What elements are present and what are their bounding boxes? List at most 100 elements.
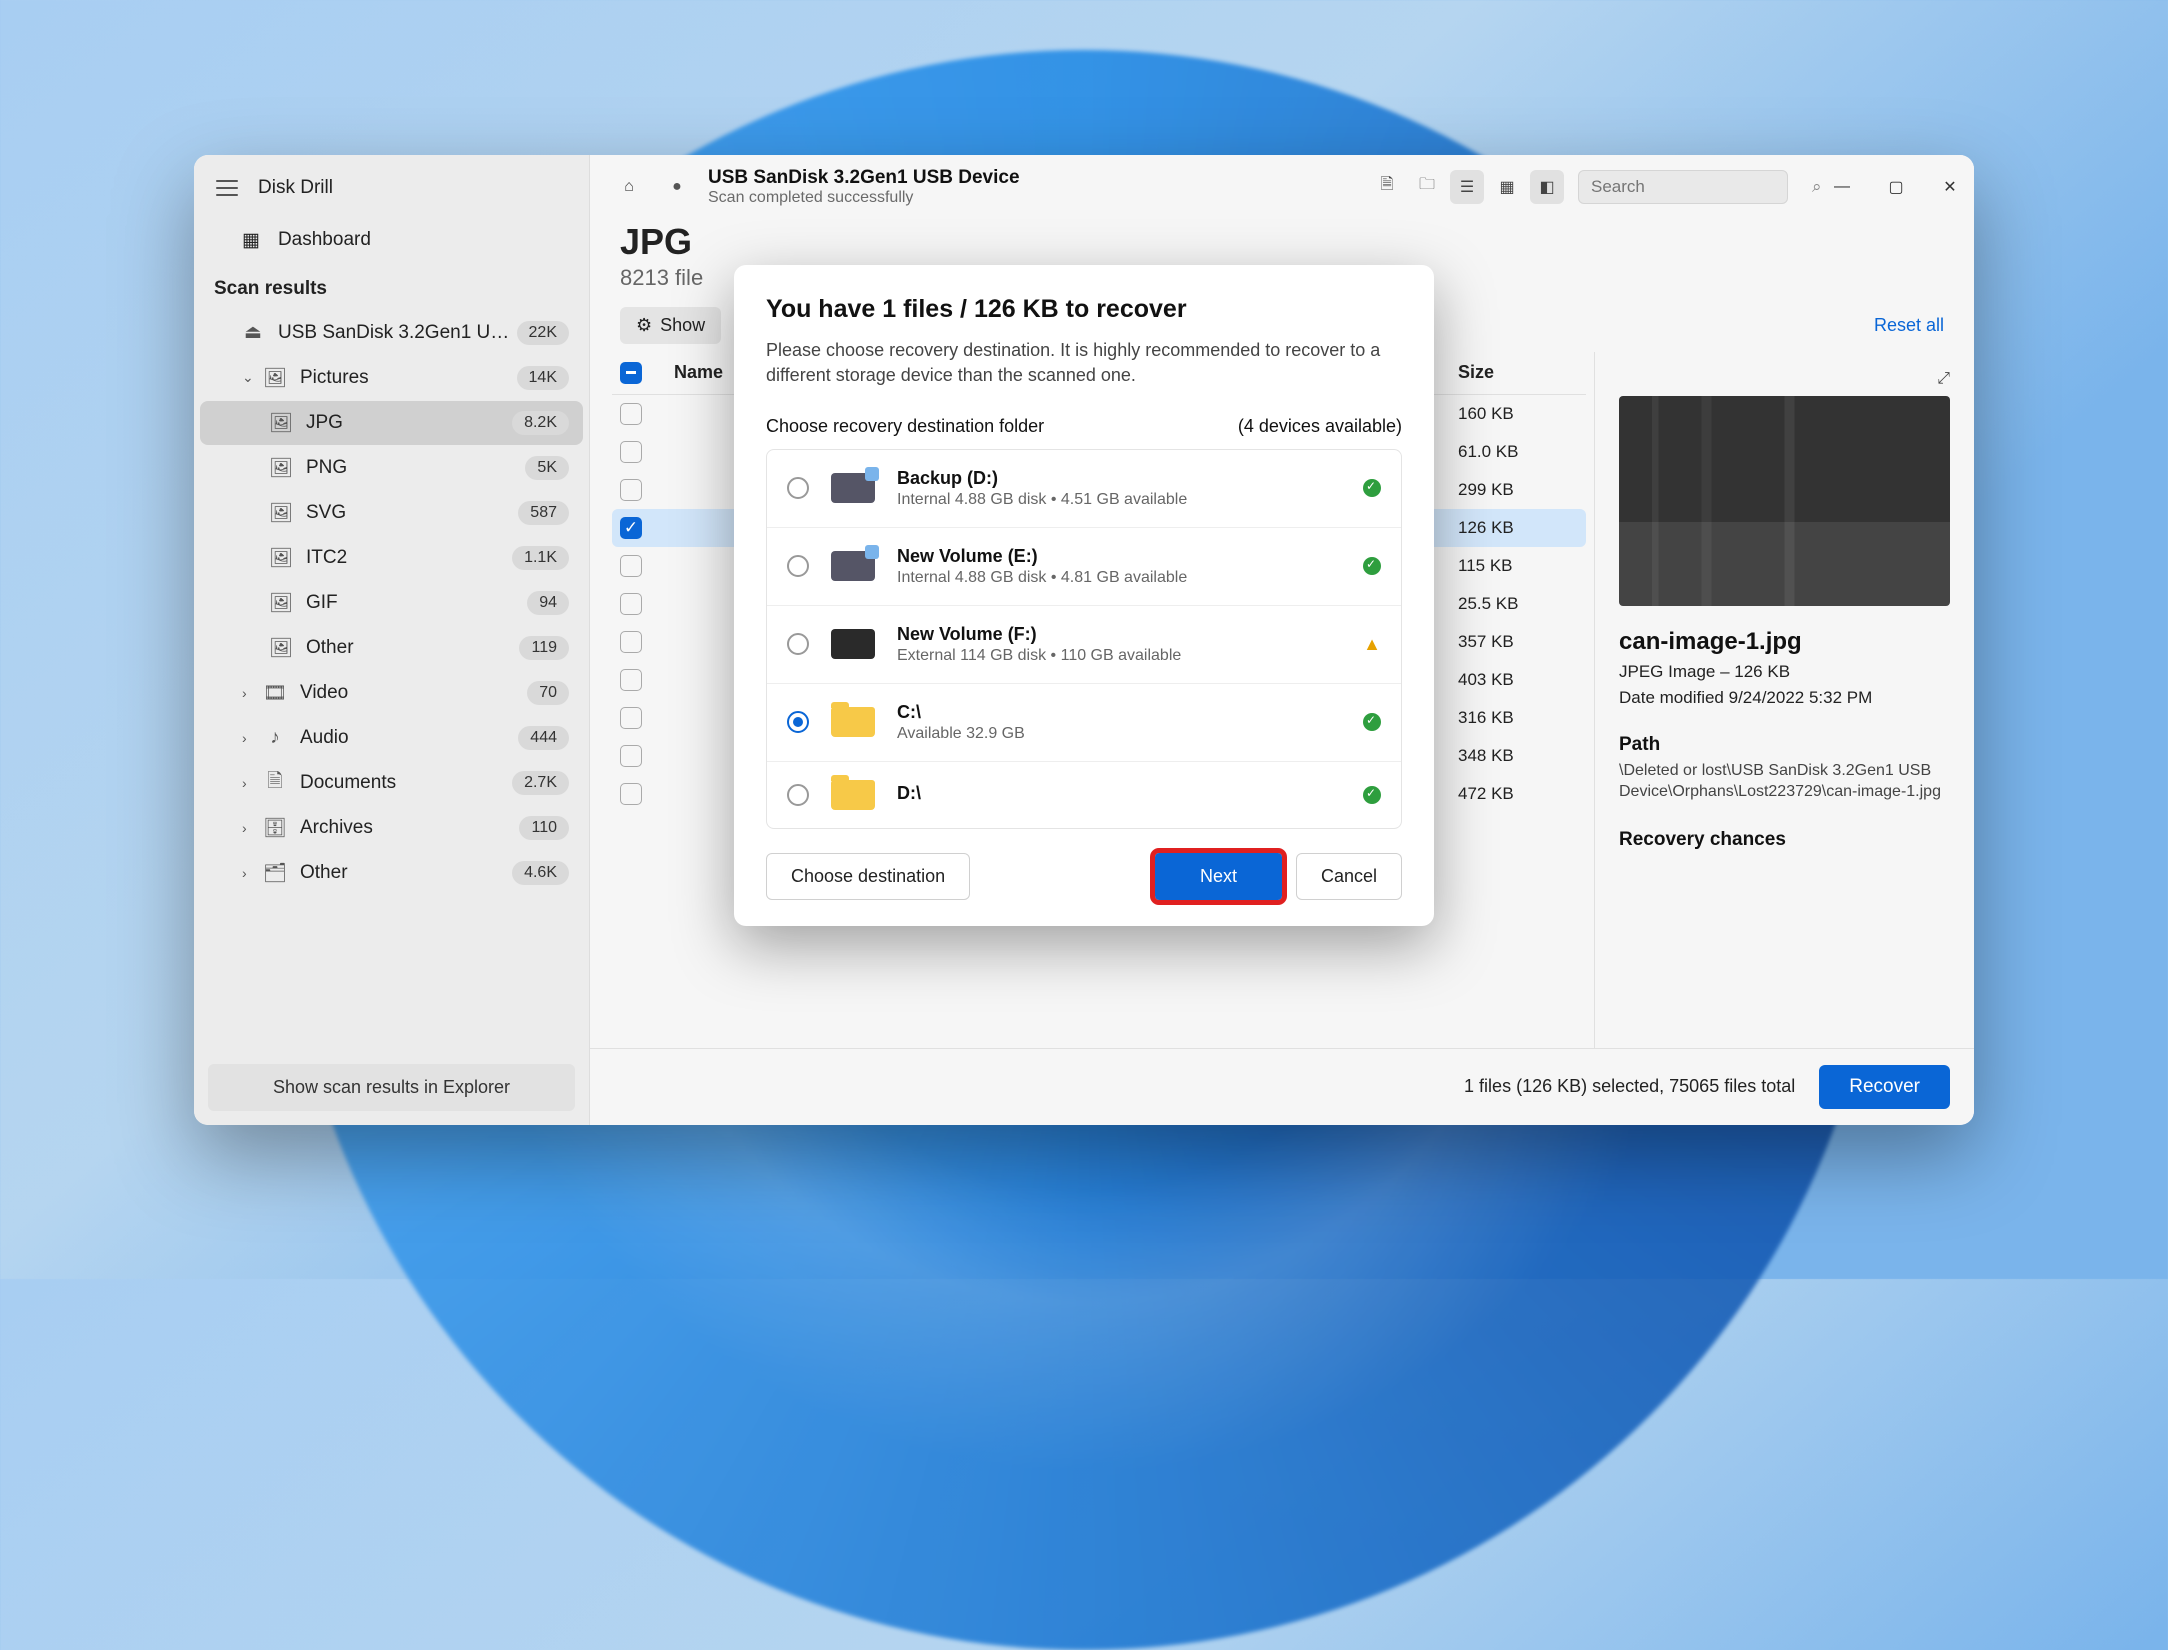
tree-item-other[interactable]: › 🗂 Other 4.6K — [200, 851, 583, 895]
search-input[interactable] — [1591, 177, 1812, 197]
row-checkbox[interactable] — [620, 783, 642, 805]
detail-type: JPEG Image – 126 KB — [1619, 662, 1950, 682]
chevron-right-icon: › — [242, 820, 256, 836]
search-box[interactable]: ⌕ — [1578, 170, 1788, 204]
titlebar: ⌂ ● USB SanDisk 3.2Gen1 USB Device Scan … — [590, 155, 1974, 215]
search-icon: ⌕ — [1812, 177, 1822, 197]
view-toolbar: 🗎 🗀 ☰ ▦ ◧ — [1370, 170, 1564, 204]
destination-radio[interactable] — [787, 477, 809, 499]
destination-row[interactable]: Backup (D:) Internal 4.88 GB disk • 4.51… — [767, 450, 1401, 527]
cancel-button[interactable]: Cancel — [1296, 853, 1402, 900]
row-checkbox[interactable] — [620, 441, 642, 463]
tree-item-label: ITC2 — [306, 547, 512, 569]
tree-item-documents[interactable]: › 🗎 Documents 2.7K — [200, 761, 583, 805]
choose-destination-button[interactable]: Choose destination — [766, 853, 970, 900]
next-button[interactable]: Next — [1155, 853, 1282, 900]
modal-title: You have 1 files / 126 KB to recover — [766, 295, 1402, 324]
destination-row[interactable]: New Volume (E:) Internal 4.88 GB disk • … — [767, 527, 1401, 605]
app-window: Disk Drill ▦ Dashboard Scan results ⏏ US… — [194, 155, 1974, 1125]
tree-item-audio[interactable]: › ♪ Audio 444 — [200, 716, 583, 760]
modal-subhead: Choose recovery destination folder (4 de… — [766, 416, 1402, 437]
image-icon: 🖼 — [270, 414, 292, 432]
row-size: 25.5 KB — [1458, 594, 1578, 614]
minimize-button[interactable]: — — [1832, 177, 1852, 197]
hamburger-icon[interactable] — [216, 180, 238, 196]
row-checkbox[interactable] — [620, 707, 642, 729]
destination-radio[interactable] — [787, 784, 809, 806]
nav-dashboard-label: Dashboard — [278, 229, 371, 251]
nav-dashboard[interactable]: ▦ Dashboard — [194, 217, 589, 264]
reset-all-link[interactable]: Reset all — [1874, 315, 1944, 336]
panel-toggle-icon[interactable]: ◧ — [1530, 170, 1564, 204]
page-title: JPG — [620, 221, 1944, 263]
tree-item-gif[interactable]: 🖼 GIF 94 — [200, 581, 583, 625]
count-badge: 444 — [518, 726, 569, 750]
tree-item-label: PNG — [306, 457, 525, 479]
destination-radio[interactable] — [787, 711, 809, 733]
row-checkbox[interactable] — [620, 593, 642, 615]
tree-item-label: Video — [300, 682, 527, 704]
ext-icon — [831, 629, 875, 659]
select-all-checkbox[interactable] — [620, 362, 642, 384]
count-badge: 4.6K — [512, 861, 569, 885]
tree-item-svg[interactable]: 🖼 SVG 587 — [200, 491, 583, 535]
disk-icon — [831, 473, 875, 503]
title-status: Scan completed successfully — [708, 189, 1356, 207]
tree-item-label: GIF — [306, 592, 527, 614]
destination-row[interactable]: New Volume (F:) External 114 GB disk • 1… — [767, 605, 1401, 683]
maximize-button[interactable]: ▢ — [1886, 177, 1906, 197]
section-scan-results: Scan results — [194, 264, 589, 310]
destination-name: Backup (D:) — [897, 468, 1341, 489]
open-external-icon[interactable]: ⤢ — [1937, 370, 1950, 388]
row-checkbox[interactable] — [620, 403, 642, 425]
destination-radio[interactable] — [787, 555, 809, 577]
app-title: Disk Drill — [258, 177, 333, 199]
grid-view-icon[interactable]: ▦ — [1490, 170, 1524, 204]
tree-item-video[interactable]: › 🎞 Video 70 — [200, 671, 583, 715]
tree-pictures[interactable]: ⌄ 🖼 Pictures 14K — [200, 356, 583, 400]
show-filter-button[interactable]: ⚙ Show — [620, 307, 721, 344]
detail-filename: can-image-1.jpg — [1619, 628, 1950, 656]
destination-list[interactable]: Backup (D:) Internal 4.88 GB disk • 4.51… — [766, 449, 1402, 829]
grid-icon: ▦ — [242, 229, 260, 252]
tree-item-png[interactable]: 🖼 PNG 5K — [200, 446, 583, 490]
category-icon: 🎞 — [264, 684, 286, 702]
row-checkbox[interactable] — [620, 745, 642, 767]
row-checkbox[interactable] — [620, 479, 642, 501]
list-view-icon[interactable]: ☰ — [1450, 170, 1484, 204]
recover-button[interactable]: Recover — [1819, 1065, 1950, 1109]
destination-sub: Internal 4.88 GB disk • 4.51 GB availabl… — [897, 491, 1341, 509]
count-badge: 22K — [517, 321, 569, 345]
home-icon[interactable]: ⌂ — [612, 170, 646, 204]
check-badge-icon: ● — [660, 170, 694, 204]
file-icon[interactable]: 🗎 — [1370, 170, 1404, 204]
destination-radio[interactable] — [787, 633, 809, 655]
destination-row[interactable]: D:\ — [767, 761, 1401, 828]
row-checkbox[interactable]: ✓ — [620, 517, 642, 539]
destination-row[interactable]: C:\ Available 32.9 GB — [767, 683, 1401, 761]
folder-icon[interactable]: 🗀 — [1410, 170, 1444, 204]
destination-text: Backup (D:) Internal 4.88 GB disk • 4.51… — [897, 468, 1341, 509]
chevron-down-icon: ⌄ — [242, 369, 256, 386]
row-checkbox[interactable] — [620, 669, 642, 691]
tree-item-archives[interactable]: › 🗄 Archives 110 — [200, 806, 583, 850]
row-size: 316 KB — [1458, 708, 1578, 728]
folder-icon — [831, 780, 875, 810]
show-in-explorer-button[interactable]: Show scan results in Explorer — [208, 1064, 575, 1111]
status-ok-icon — [1363, 786, 1381, 804]
row-checkbox[interactable] — [620, 555, 642, 577]
count-badge: 110 — [519, 816, 569, 840]
destination-text: D:\ — [897, 783, 1341, 806]
tree-item-other[interactable]: 🖼 Other 119 — [200, 626, 583, 670]
tree-item-label: Audio — [300, 727, 518, 749]
tree-device-label: USB SanDisk 3.2Gen1 U… — [278, 322, 517, 344]
close-button[interactable]: ✕ — [1940, 177, 1960, 197]
count-badge: 94 — [527, 591, 569, 615]
col-size-header[interactable]: Size — [1458, 362, 1578, 383]
count-badge: 1.1K — [512, 546, 569, 570]
row-checkbox[interactable] — [620, 631, 642, 653]
tree-device[interactable]: ⏏ USB SanDisk 3.2Gen1 U… 22K — [200, 311, 583, 355]
tree-item-itc2[interactable]: 🖼 ITC2 1.1K — [200, 536, 583, 580]
tree-item-jpg[interactable]: 🖼 JPG 8.2K — [200, 401, 583, 445]
show-filter-label: Show — [660, 315, 705, 336]
